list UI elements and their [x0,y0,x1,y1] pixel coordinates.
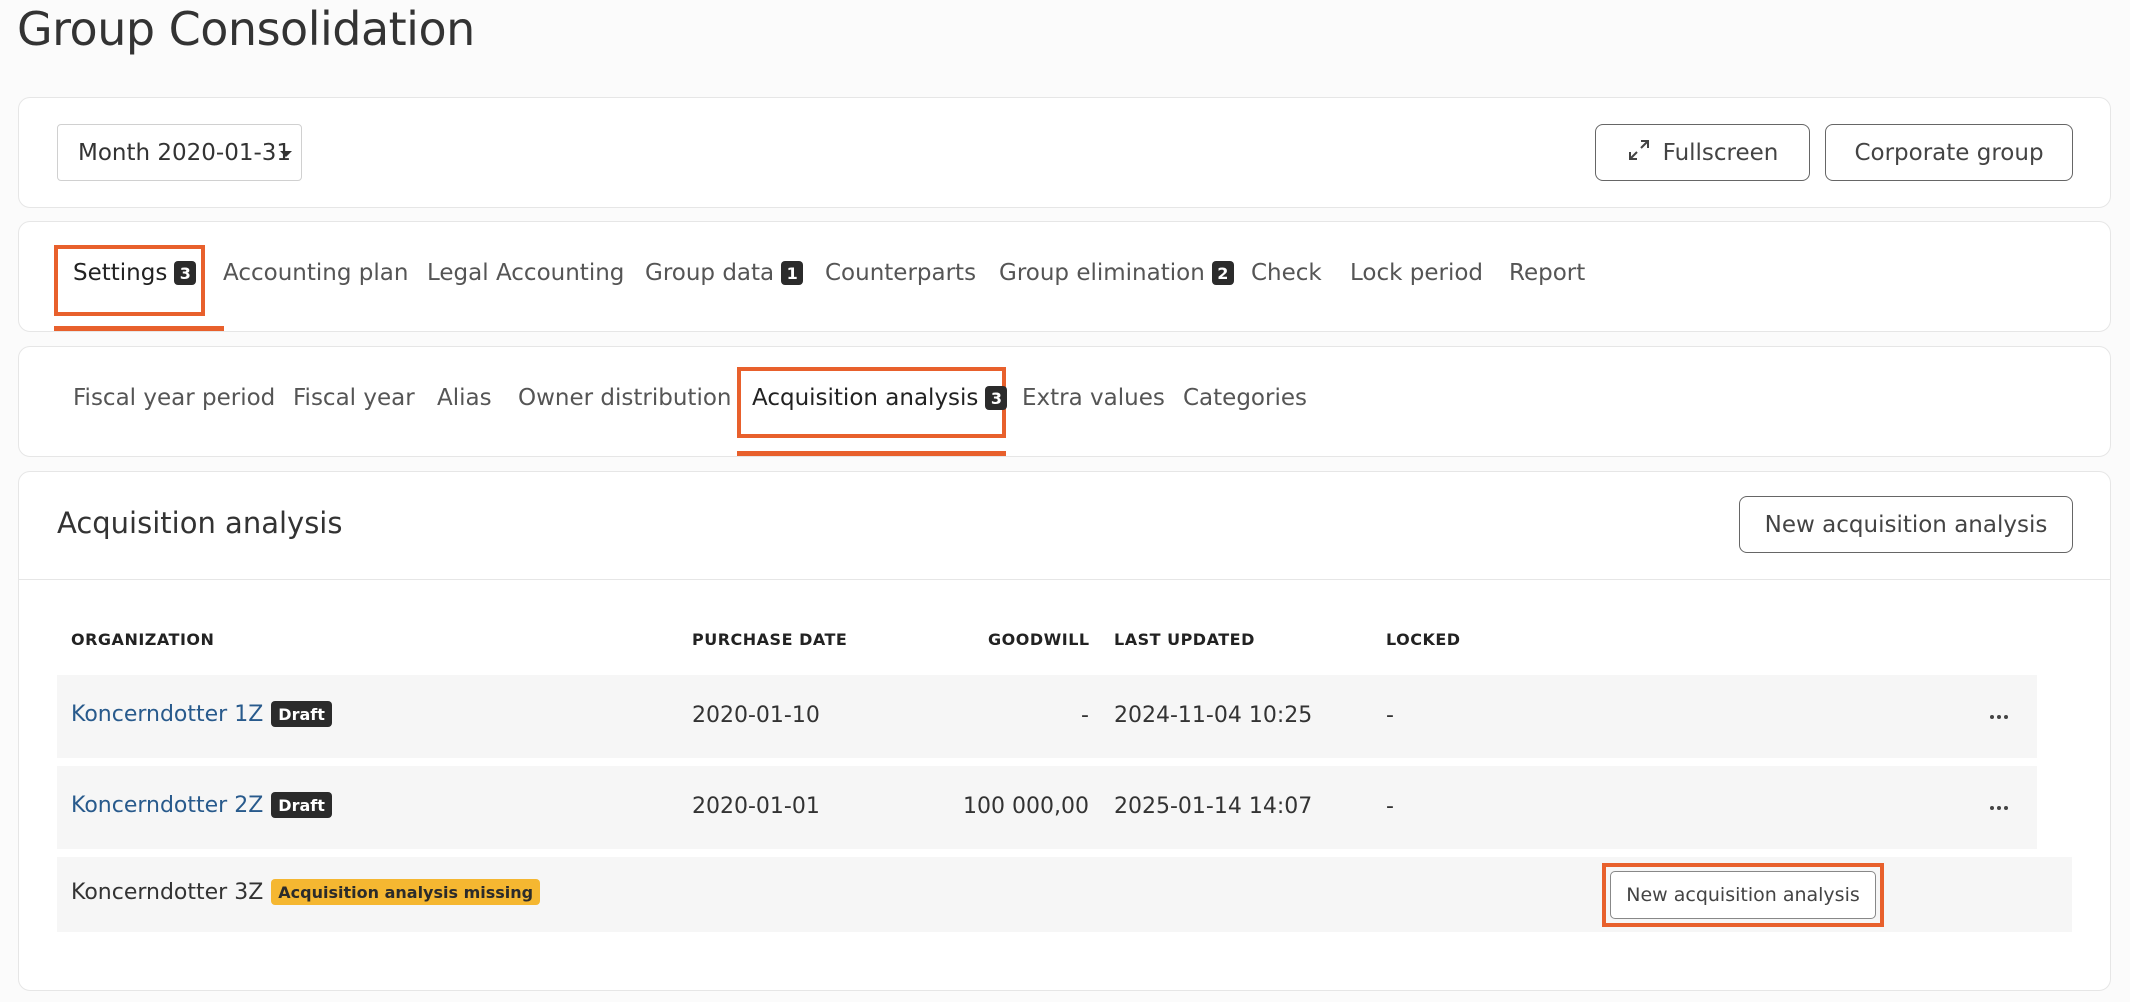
tab-group-data-badge: 1 [781,261,804,285]
tab-group-elimination-badge: 2 [1211,261,1234,285]
organization-link[interactable]: Koncerndotter 2Z [71,793,263,818]
col-header-locked: LOCKED [1386,630,1461,649]
col-header-last-updated: LAST UPDATED [1114,630,1255,649]
row-goodwill: 100 000,00 [963,794,1089,819]
organization-link[interactable]: Koncerndotter 1Z [71,702,263,727]
subtab-fiscal-year[interactable]: Fiscal year [293,385,415,411]
row-new-acquisition-analysis-button[interactable]: New acquisition analysis [1610,871,1876,919]
subtab-extra-values-label: Extra values [1022,385,1165,411]
tab-report-label: Report [1509,260,1586,286]
tab-check-label: Check [1251,260,1322,286]
missing-analysis-badge: Acquisition analysis missing [271,879,541,905]
subtab-extra-values[interactable]: Extra values [1022,385,1165,411]
subtab-fiscal-year-label: Fiscal year [293,385,415,411]
row-organization: Koncerndotter 3Z Acquisition analysis mi… [71,879,541,905]
more-options-icon[interactable] [1984,798,2014,818]
settings-subtabs-card: Fiscal year period Fiscal year Alias Own… [18,346,2111,457]
corporate-group-button[interactable]: Corporate group [1825,124,2073,181]
col-header-purchase-date: PURCHASE DATE [692,630,848,649]
table-row: Koncerndotter 1Z Draft 2020-01-10 - 2024… [57,675,2037,758]
subtab-fiscal-year-period[interactable]: Fiscal year period [73,385,275,411]
tab-group-data[interactable]: Group data 1 [645,260,804,286]
row-new-acquisition-analysis-label: New acquisition analysis [1626,884,1860,906]
subtab-owner-distribution[interactable]: Owner distribution [518,385,731,411]
subtab-acquisition-analysis-label: Acquisition analysis [752,385,979,411]
subtab-fiscal-year-period-label: Fiscal year period [73,385,276,411]
row-organization: Koncerndotter 2Z Draft [71,792,332,818]
row-locked: - [1386,794,1394,819]
tab-legal-accounting[interactable]: Legal Accounting [427,260,624,286]
row-goodwill: - [1081,703,1089,728]
period-select-label: Month 2020-01-31 [78,139,292,166]
draft-badge: Draft [271,792,332,818]
table-row: Koncerndotter 2Z Draft 2020-01-01 100 00… [57,766,2037,849]
subtab-categories[interactable]: Categories [1183,385,1307,411]
section-divider [19,579,2110,580]
row-organization: Koncerndotter 1Z Draft [71,701,332,727]
tab-group-elimination-label: Group elimination [999,260,1205,286]
acquisition-analysis-card: Acquisition analysis New acquisition ana… [18,471,2111,991]
tab-settings-label: Settings [73,260,168,286]
toolbar-card: Month 2020-01-31 Fullscreen Corporate gr… [18,97,2111,208]
fullscreen-button[interactable]: Fullscreen [1595,124,1810,181]
tab-counterparts[interactable]: Counterparts [825,260,976,286]
tab-accounting-plan[interactable]: Accounting plan [223,260,408,286]
draft-badge: Draft [271,701,332,727]
subtab-owner-distribution-label: Owner distribution [518,385,732,411]
row-last-updated: 2024-11-04 10:25 [1114,703,1313,728]
more-options-icon[interactable] [1984,707,2014,727]
tab-legal-accounting-label: Legal Accounting [427,260,625,286]
period-select[interactable]: Month 2020-01-31 [57,124,302,181]
main-tabs-card: Settings 3 Accounting plan Legal Account… [18,221,2111,332]
tab-group-data-label: Group data [645,260,775,286]
settings-tab-underline [54,326,224,331]
new-acquisition-analysis-label: New acquisition analysis [1764,511,2048,538]
acquisition-tab-underline [737,451,1006,456]
row-locked: - [1386,703,1394,728]
tab-settings[interactable]: Settings 3 [73,260,197,286]
row-purchase-date: 2020-01-10 [692,703,820,728]
tab-accounting-plan-label: Accounting plan [223,260,409,286]
chevron-down-icon [280,151,292,157]
tab-lock-period-label: Lock period [1350,260,1484,286]
tab-report[interactable]: Report [1509,260,1585,286]
organization-name: Koncerndotter 3Z [71,879,264,905]
tab-check[interactable]: Check [1251,260,1322,286]
tab-counterparts-label: Counterparts [825,260,977,286]
new-acquisition-analysis-button[interactable]: New acquisition analysis [1739,496,2073,553]
col-header-organization: ORGANIZATION [71,630,215,649]
row-purchase-date: 2020-01-01 [692,794,820,819]
fullscreen-label: Fullscreen [1662,139,1779,166]
col-header-goodwill: GOODWILL [988,630,1090,649]
expand-arrows-icon [1627,138,1651,168]
tab-group-elimination[interactable]: Group elimination 2 [999,260,1234,286]
subtab-alias[interactable]: Alias [437,385,492,411]
subtab-categories-label: Categories [1183,385,1307,411]
subtab-acquisition-analysis-badge: 3 [985,386,1008,410]
tab-lock-period[interactable]: Lock period [1350,260,1483,286]
corporate-group-label: Corporate group [1854,139,2044,166]
section-title: Acquisition analysis [57,506,343,540]
tab-settings-badge: 3 [174,261,197,285]
subtab-alias-label: Alias [437,385,492,411]
subtab-acquisition-analysis[interactable]: Acquisition analysis 3 [752,385,1008,411]
row-last-updated: 2025-01-14 14:07 [1114,794,1313,819]
page-title: Group Consolidation [17,2,475,56]
